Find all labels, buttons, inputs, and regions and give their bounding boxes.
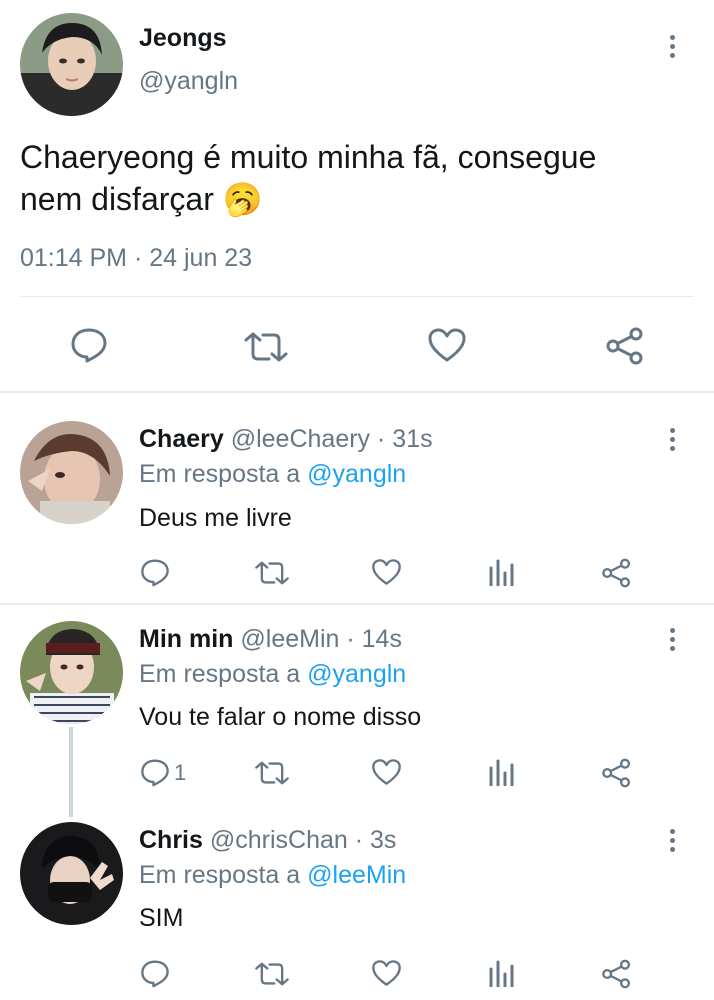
retweet-icon: [255, 761, 289, 785]
tweet-age: · 31s: [377, 425, 433, 453]
avatar[interactable]: [20, 621, 123, 724]
bar-chart-icon: [489, 559, 514, 586]
heart-icon: [372, 960, 401, 986]
user-handle[interactable]: @yangln: [139, 67, 238, 96]
reply-button[interactable]: [70, 327, 108, 363]
analytics-button[interactable]: [488, 759, 514, 786]
speech-bubble-icon: [141, 559, 169, 587]
avatar[interactable]: [20, 822, 123, 925]
yawn-emoji-icon: 🥱: [222, 181, 263, 217]
tweet-time: 01:14 PM: [20, 244, 128, 272]
retweet-icon: [244, 332, 288, 362]
like-button[interactable]: [427, 327, 467, 363]
analytics-button[interactable]: [488, 559, 514, 586]
more-vertical-icon[interactable]: [668, 428, 676, 451]
replying-to-handle[interactable]: @leeMin: [307, 861, 406, 889]
tweet-timestamp: 01:14 PM · 24 jun 23: [20, 244, 252, 273]
like-button[interactable]: [371, 558, 402, 586]
display-name[interactable]: Jeongs: [139, 24, 227, 53]
retweet-icon: [255, 962, 289, 986]
tweet-age: · 14s: [346, 625, 402, 653]
heart-icon: [428, 328, 466, 362]
like-button[interactable]: [371, 758, 402, 786]
replying-to-handle[interactable]: @yangln: [307, 660, 406, 688]
tweet-text: Deus me livre: [139, 504, 292, 532]
reply-header: Min min @leeMin · 14s: [139, 625, 402, 654]
user-handle[interactable]: @leeChaery: [231, 425, 370, 453]
tweet-text-line: nem disfarçar 🥱: [20, 178, 596, 220]
section-divider: [0, 391, 714, 393]
tweet-date: 24 jun 23: [149, 244, 253, 272]
more-vertical-icon[interactable]: [668, 628, 676, 651]
more-vertical-icon[interactable]: [668, 35, 676, 58]
retweet-button[interactable]: [254, 561, 290, 585]
divider: [20, 296, 694, 297]
tweet-text-line: Chaeryeong é muito minha fã, consegue: [20, 139, 597, 175]
replying-to-handle[interactable]: @yangln: [307, 460, 406, 488]
share-button[interactable]: [601, 959, 632, 989]
tweet-age: · 3s: [354, 826, 397, 854]
share-icon: [606, 327, 643, 365]
replying-to-label: Em resposta a: [139, 460, 301, 488]
replying-to: Em resposta a @leeMin: [139, 861, 406, 890]
reply-header: Chaery @leeChaery · 31s: [139, 425, 433, 454]
reply-button[interactable]: [140, 959, 174, 988]
replying-to: Em resposta a @yangln: [139, 460, 406, 489]
tweet-text: Vou te falar o nome disso: [139, 703, 422, 731]
replying-to: Em resposta a @yangln: [139, 660, 406, 689]
more-vertical-icon[interactable]: [668, 829, 676, 852]
bar-chart-icon: [489, 960, 514, 987]
reply-count: 1: [174, 759, 187, 785]
share-button[interactable]: [601, 758, 632, 788]
replying-to-label: Em resposta a: [139, 861, 301, 889]
reply-button[interactable]: [140, 558, 174, 587]
thread-line: [69, 727, 73, 817]
retweet-button[interactable]: [243, 332, 289, 362]
share-button[interactable]: [605, 327, 645, 365]
display-name[interactable]: Min min: [139, 625, 233, 653]
retweet-icon: [255, 561, 289, 585]
section-divider: [0, 603, 714, 605]
user-handle[interactable]: @chrisChan: [210, 826, 348, 854]
reply-header: Chris @chrisChan · 3s: [139, 826, 396, 855]
speech-bubble-icon: [141, 759, 169, 787]
retweet-button[interactable]: [254, 962, 290, 986]
reply-button[interactable]: 1: [140, 758, 186, 787]
display-name[interactable]: Chaery: [139, 425, 224, 453]
replying-to-label: Em resposta a: [139, 660, 301, 688]
speech-bubble-icon: [71, 328, 107, 363]
heart-icon: [372, 559, 401, 585]
display-name[interactable]: Chris: [139, 826, 203, 854]
share-icon: [602, 558, 631, 588]
retweet-button[interactable]: [254, 761, 290, 785]
share-icon: [602, 959, 631, 989]
avatar[interactable]: [20, 13, 123, 116]
speech-bubble-icon: [141, 960, 169, 988]
tweet-text-line2: nem disfarçar: [20, 181, 214, 217]
share-button[interactable]: [601, 558, 632, 588]
like-button[interactable]: [371, 959, 402, 987]
share-icon: [602, 758, 631, 788]
timestamp-separator: ·: [133, 244, 143, 272]
analytics-button[interactable]: [488, 960, 514, 987]
bar-chart-icon: [489, 759, 514, 786]
tweet-text: Chaeryeong é muito minha fã, consegue ne…: [20, 136, 596, 220]
heart-icon: [372, 759, 401, 785]
tweet-text: SIM: [139, 904, 184, 932]
avatar[interactable]: [20, 421, 123, 524]
user-handle[interactable]: @leeMin: [240, 625, 339, 653]
